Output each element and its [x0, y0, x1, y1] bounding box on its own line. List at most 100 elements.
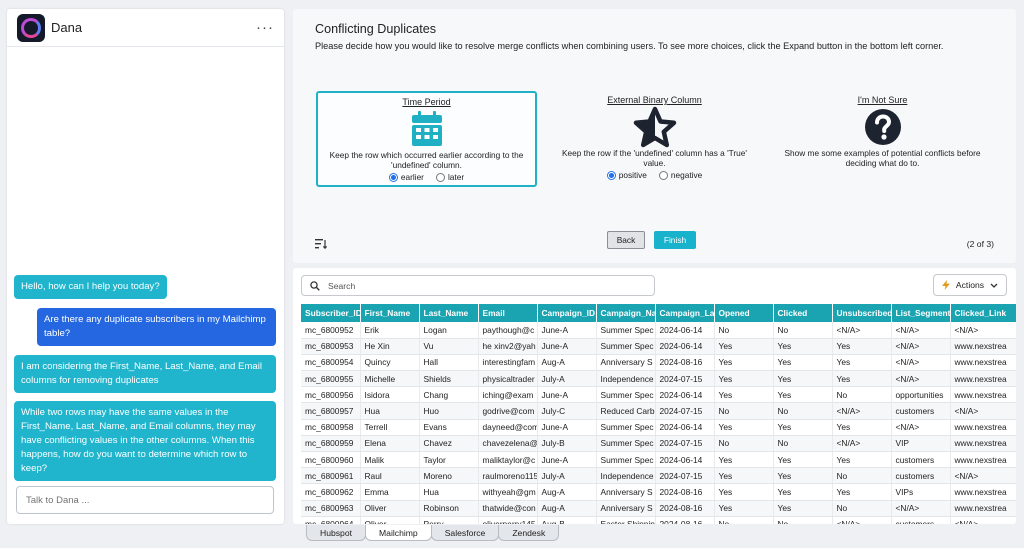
table-cell[interactable]: He Xin: [360, 338, 420, 355]
table-cell[interactable]: mc_6800954: [301, 354, 361, 372]
table-cell[interactable]: <N/A>: [891, 370, 951, 388]
table-cell[interactable]: mc_6800964: [301, 516, 361, 524]
table-row[interactable]: mc_6800960 Malik Taylor maliktaylor@c June-A…: [301, 451, 1016, 469]
table-cell[interactable]: Yes: [773, 386, 833, 404]
table-cell[interactable]: Yes: [832, 451, 892, 469]
table-cell[interactable]: Summer Spec: [596, 451, 656, 469]
radio-earlier[interactable]: earlier: [388, 172, 424, 182]
table-cell[interactable]: Chavez: [419, 435, 479, 453]
table-row[interactable]: mc_6800955 Michelle Shields physicaltrader J…: [301, 370, 1016, 388]
table-cell[interactable]: Logan: [419, 322, 479, 339]
table-cell[interactable]: Evans: [419, 419, 479, 436]
table-cell[interactable]: June-A: [537, 451, 597, 469]
table-cell[interactable]: Emma: [360, 483, 420, 501]
table-cell[interactable]: oliverperry145: [478, 516, 538, 524]
table-cell[interactable]: www.nexstrea: [950, 483, 1016, 501]
table-cell[interactable]: mc_6800961: [301, 467, 361, 485]
table-cell[interactable]: Yes: [714, 370, 774, 388]
table-cell[interactable]: Oliver: [360, 516, 420, 524]
table-cell[interactable]: Hall: [419, 354, 479, 372]
table-row[interactable]: mc_6800962 Emma Hua withyeah@gm Aug-A Anniver…: [301, 483, 1016, 501]
table-cell[interactable]: withyeah@gm: [478, 483, 538, 501]
table-cell[interactable]: physicaltrader: [478, 370, 538, 388]
finish-button[interactable]: Finish: [654, 231, 696, 249]
table-cell[interactable]: <N/A>: [832, 322, 892, 339]
table-row[interactable]: mc_6800964OliverPerryoliverperry145Aug-B…: [301, 516, 1016, 524]
column-header[interactable]: List_Segment: [891, 304, 951, 322]
table-cell[interactable]: Quincy: [360, 354, 420, 372]
table-cell[interactable]: mc_6800959: [301, 435, 361, 453]
column-header[interactable]: Clicked_Link: [950, 304, 1016, 322]
table-cell[interactable]: <N/A>: [891, 322, 951, 339]
table-cell[interactable]: Oliver: [360, 500, 420, 517]
table-cell[interactable]: www.nexstrea: [950, 370, 1016, 388]
table-cell[interactable]: Yes: [832, 354, 892, 372]
column-header[interactable]: Campaign_Launch: [655, 304, 715, 322]
table-row[interactable]: mc_6800959 Elena Chavez chavezelena@ July-B S…: [301, 435, 1016, 453]
table-cell[interactable]: Yes: [714, 338, 774, 355]
column-header[interactable]: Subscriber_ID: [301, 304, 361, 322]
table-cell[interactable]: 2024-06-14: [655, 451, 715, 469]
table-cell[interactable]: raulmoreno115: [478, 467, 538, 485]
table-cell[interactable]: <N/A>: [832, 402, 892, 420]
table-cell[interactable]: Vu: [419, 338, 479, 355]
table-cell[interactable]: July-A: [537, 370, 597, 388]
table-cell[interactable]: Huo: [419, 402, 479, 420]
chat-input[interactable]: [16, 486, 274, 514]
table-cell[interactable]: June-A: [537, 338, 597, 355]
table-cell[interactable]: www.nexstrea: [950, 435, 1016, 453]
table-cell[interactable]: 2024-08-16: [655, 500, 715, 517]
table-cell[interactable]: Yes: [773, 354, 833, 372]
actions-dropdown[interactable]: Actions: [933, 274, 1007, 296]
radio-later[interactable]: later: [435, 172, 464, 182]
table-cell[interactable]: <N/A>: [950, 467, 1016, 485]
table-cell[interactable]: mc_6800958: [301, 419, 361, 436]
table-cell[interactable]: <N/A>: [950, 322, 1016, 339]
table-cell[interactable]: mc_6800962: [301, 483, 361, 501]
table-cell[interactable]: godrive@com: [478, 402, 538, 420]
table-cell[interactable]: mc_6800957: [301, 402, 361, 420]
tab-hubspot[interactable]: Hubspot: [306, 525, 367, 541]
table-cell[interactable]: Isidora: [360, 386, 420, 404]
table-row[interactable]: mc_6800963 Oliver Robinson thatwide@con Aug-…: [301, 500, 1016, 517]
table-cell[interactable]: Yes: [773, 370, 833, 388]
column-header[interactable]: Last_Name: [419, 304, 479, 322]
column-header[interactable]: Campaign_Name: [596, 304, 656, 322]
table-cell[interactable]: maliktaylor@c: [478, 451, 538, 469]
sort-expand-icon[interactable]: [315, 236, 328, 254]
table-cell[interactable]: No: [773, 516, 833, 524]
table-cell[interactable]: Summer Spec: [596, 435, 656, 453]
column-header[interactable]: Unsubscribed: [832, 304, 892, 322]
column-header[interactable]: Opened: [714, 304, 774, 322]
table-cell[interactable]: Yes: [832, 483, 892, 501]
table-row[interactable]: mc_6800954 Quincy Hall interestingfam Aug-A A…: [301, 354, 1016, 372]
table-cell[interactable]: Yes: [773, 483, 833, 501]
table-cell[interactable]: customers: [891, 402, 951, 420]
table-cell[interactable]: Yes: [773, 451, 833, 469]
table-cell[interactable]: <N/A>: [891, 419, 951, 436]
table-cell[interactable]: 2024-06-14: [655, 419, 715, 436]
table-cell[interactable]: Raul: [360, 467, 420, 485]
table-cell[interactable]: mc_6800952: [301, 322, 361, 339]
table-cell[interactable]: June-A: [537, 386, 597, 404]
table-cell[interactable]: <N/A>: [832, 516, 892, 524]
table-cell[interactable]: 2024-07-15: [655, 467, 715, 485]
table-cell[interactable]: No: [832, 386, 892, 404]
table-cell[interactable]: Michelle: [360, 370, 420, 388]
table-row[interactable]: mc_6800956 Isidora Chang iching@exam June-A S…: [301, 386, 1016, 404]
table-cell[interactable]: Anniversary S: [596, 500, 656, 517]
table-cell[interactable]: opportunities: [891, 386, 951, 404]
table-cell[interactable]: paythough@c: [478, 322, 538, 339]
table-cell[interactable]: <N/A>: [950, 402, 1016, 420]
table-cell[interactable]: customers: [891, 451, 951, 469]
table-cell[interactable]: www.nexstrea: [950, 419, 1016, 436]
table-row[interactable]: mc_6800961 Raul Moreno raulmoreno115 July-A I…: [301, 467, 1016, 485]
table-row[interactable]: mc_6800952 Erik Logan paythough@c June-A Summ…: [301, 322, 1016, 339]
table-cell[interactable]: thatwide@con: [478, 500, 538, 517]
table-cell[interactable]: <N/A>: [950, 516, 1016, 524]
table-cell[interactable]: June-A: [537, 322, 597, 339]
table-cell[interactable]: www.nexstrea: [950, 354, 1016, 372]
table-row[interactable]: mc_6800953 He Xin Vu he xinv2@yah June-A Summ…: [301, 338, 1016, 355]
option-time-period[interactable]: Time Period Keep the row which occurred …: [316, 91, 537, 187]
table-cell[interactable]: Summer Spec: [596, 386, 656, 404]
